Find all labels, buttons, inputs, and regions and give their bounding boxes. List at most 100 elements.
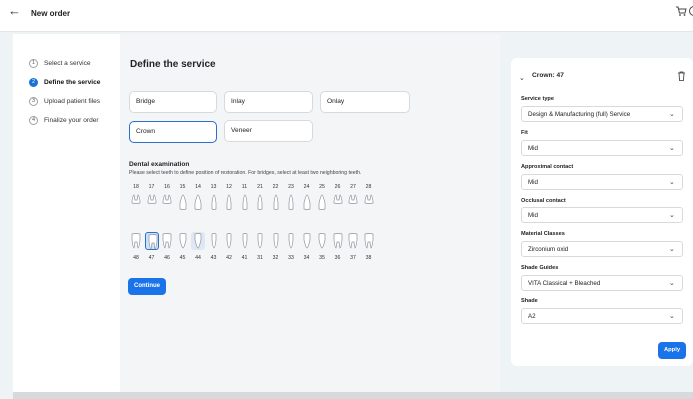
crown-config-panel: ⌄ Crown: 47 Service type Design & Manufac… <box>511 58 693 366</box>
step-define-service[interactable]: 2 Define the service <box>29 76 100 88</box>
lower-tooth-number-47: 47 <box>148 255 155 261</box>
tooth-15[interactable] <box>176 193 190 211</box>
approximal-contact-label: Approximal contact <box>521 164 574 170</box>
tooth-34[interactable] <box>300 232 314 250</box>
tooth-24[interactable] <box>300 193 314 211</box>
tooth-26[interactable] <box>331 193 345 211</box>
service-type-select[interactable]: Design & Manufacturing (full) Service ⌄ <box>521 106 683 122</box>
upper-tooth-number-13: 13 <box>210 184 217 190</box>
chevron-down-icon: ⌄ <box>669 212 675 219</box>
lower-tooth-number-31: 31 <box>257 255 263 261</box>
fit-select[interactable]: Mid ⌄ <box>521 140 683 156</box>
lower-tooth-number-45: 45 <box>179 255 186 261</box>
panel-title: Crown: 47 <box>532 72 564 79</box>
trash-icon[interactable] <box>677 71 686 81</box>
tooth-32[interactable] <box>269 232 283 250</box>
step-label: Select a service <box>44 59 91 67</box>
service-card-veneer[interactable]: Veneer <box>224 120 313 142</box>
approximal-contact-value: Mid <box>528 179 538 186</box>
upper-tooth-number-14: 14 <box>195 184 201 190</box>
upper-tooth-number-15: 15 <box>179 184 186 190</box>
tooth-25[interactable] <box>315 193 329 211</box>
tooth-36[interactable] <box>331 232 345 250</box>
tooth-38[interactable] <box>362 232 376 250</box>
lower-tooth-number-35: 35 <box>319 255 325 261</box>
tooth-17[interactable] <box>145 193 159 211</box>
occlusal-contact-select[interactable]: Mid ⌄ <box>521 207 683 223</box>
upper-tooth-number-18: 18 <box>133 184 139 190</box>
tooth-13[interactable] <box>207 193 221 211</box>
tooth-44[interactable] <box>191 232 205 250</box>
tooth-45[interactable] <box>176 232 190 250</box>
upper-tooth-number-28: 28 <box>365 184 372 190</box>
user-icon[interactable] <box>688 5 693 17</box>
approximal-contact-select[interactable]: Mid ⌄ <box>521 174 683 190</box>
lower-tooth-number-33: 33 <box>288 255 294 261</box>
upper-tooth-number-24: 24 <box>303 184 310 190</box>
occlusal-contact-label: Occlusal contact <box>521 198 566 204</box>
bottom-strip <box>13 392 693 399</box>
lower-tooth-number-37: 37 <box>350 255 356 261</box>
shade-guides-select[interactable]: VITA Classical + Bleached ⌄ <box>521 275 683 291</box>
step-finalize-order[interactable]: 4 Finalize your order <box>29 114 99 126</box>
step-label: Define the service <box>44 78 101 86</box>
step-upload-files[interactable]: 3 Upload patient files <box>29 95 100 107</box>
lower-tooth-number-46: 46 <box>164 255 170 261</box>
tooth-41[interactable] <box>238 232 252 250</box>
tooth-46[interactable] <box>160 232 174 250</box>
tooth-33[interactable] <box>284 232 298 250</box>
step-number: 3 <box>29 96 38 106</box>
chevron-down-icon: ⌄ <box>669 145 675 152</box>
material-classes-value: Zirconium oxid <box>528 246 569 253</box>
service-type-value: Design & Manufacturing (full) Service <box>528 111 631 118</box>
step-select-service[interactable]: 1 Select a service <box>29 57 91 69</box>
step-label: Finalize your order <box>44 116 99 124</box>
cart-icon[interactable] <box>675 5 687 17</box>
lower-tooth-number-34: 34 <box>303 255 310 261</box>
shade-select[interactable]: A2 ⌄ <box>521 308 683 324</box>
service-card-crown[interactable]: Crown <box>129 121 217 143</box>
tooth-16[interactable] <box>160 193 174 211</box>
tooth-43[interactable] <box>207 232 221 250</box>
upper-tooth-number-16: 16 <box>164 184 170 190</box>
tooth-21[interactable] <box>253 193 267 211</box>
tooth-11[interactable] <box>238 193 252 211</box>
tooth-22[interactable] <box>269 193 283 211</box>
service-card-onlay[interactable]: Onlay <box>320 91 410 113</box>
lower-tooth-number-43: 43 <box>210 255 217 261</box>
step-number: 1 <box>29 58 38 68</box>
tooth-14[interactable] <box>191 193 205 211</box>
tooth-31[interactable] <box>253 232 267 250</box>
upper-tooth-number-27: 27 <box>350 184 356 190</box>
upper-tooth-number-25: 25 <box>319 184 325 190</box>
service-card-bridge[interactable]: Bridge <box>129 91 217 113</box>
tooth-47[interactable] <box>144 232 159 250</box>
tooth-42[interactable] <box>222 232 236 250</box>
lower-tooth-number-41: 41 <box>241 255 248 261</box>
tooth-27[interactable] <box>346 193 360 211</box>
chevron-down-icon[interactable]: ⌄ <box>519 74 525 82</box>
upper-tooth-number-22: 22 <box>272 184 279 190</box>
apply-button[interactable]: Apply <box>658 342 686 359</box>
upper-tooth-number-11: 11 <box>241 184 248 190</box>
tooth-35[interactable] <box>315 232 329 250</box>
tooth-48[interactable] <box>129 232 143 250</box>
tooth-12[interactable] <box>222 193 236 211</box>
tooth-23[interactable] <box>284 193 298 211</box>
tooth-18[interactable] <box>129 193 143 211</box>
back-arrow-icon[interactable]: ← <box>8 4 21 18</box>
lower-tooth-number-32: 32 <box>272 255 279 261</box>
continue-button[interactable]: Continue <box>128 278 166 295</box>
material-classes-select[interactable]: Zirconium oxid ⌄ <box>521 241 683 257</box>
section-heading: Define the service <box>130 59 216 70</box>
service-card-inlay[interactable]: Inlay <box>224 91 313 113</box>
step-number: 4 <box>29 115 38 125</box>
chevron-down-icon: ⌄ <box>669 246 675 253</box>
page-title: New order <box>31 9 71 18</box>
tooth-28[interactable] <box>362 193 376 211</box>
tooth-37[interactable] <box>346 232 360 250</box>
lower-tooth-number-42: 42 <box>226 255 232 261</box>
shade-guides-label: Shade Guides <box>521 265 559 271</box>
shade-value: A2 <box>528 313 536 320</box>
chevron-down-icon: ⌄ <box>669 313 675 320</box>
